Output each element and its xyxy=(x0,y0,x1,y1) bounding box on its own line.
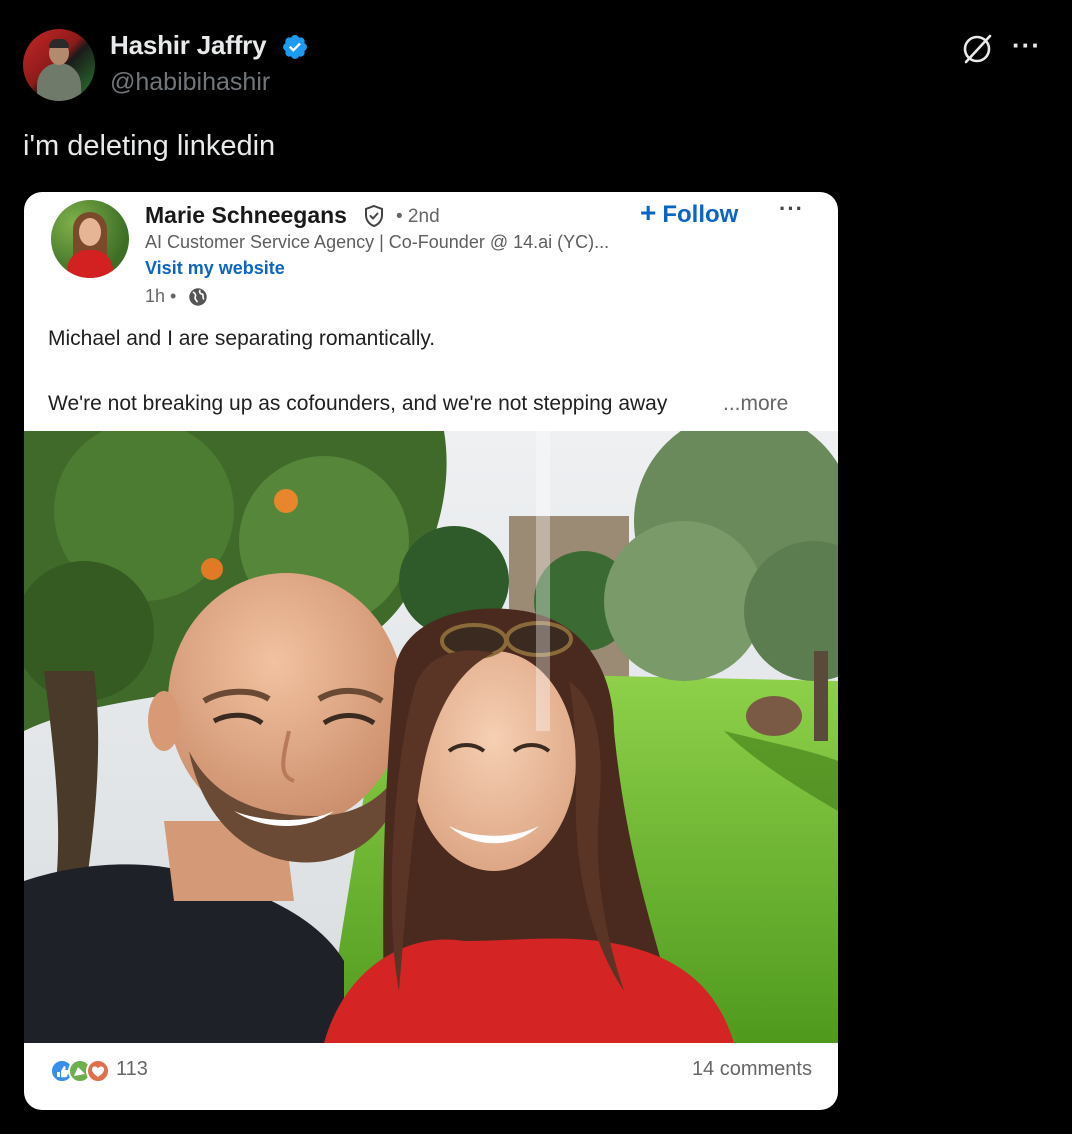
comments-count: 14 comments xyxy=(691,1058,812,1080)
grok-icon[interactable] xyxy=(960,32,994,66)
post-photo xyxy=(24,431,838,1043)
author-name[interactable]: Hashir Jaffry xyxy=(110,30,267,61)
more-icon: ··· xyxy=(779,196,804,221)
more-icon[interactable]: ··· xyxy=(1012,30,1041,61)
reaction-count: 113 xyxy=(116,1058,148,1080)
linkedin-headline: AI Customer Service Agency | Co-Founder … xyxy=(145,232,610,252)
linkedin-author-avatar xyxy=(51,200,129,278)
post-text-line: Michael and I are separating romanticall… xyxy=(48,327,436,350)
follow-button: + Follow xyxy=(640,197,739,228)
globe-icon xyxy=(189,288,207,306)
tweet-media[interactable]: Marie Schneegans • 2nd AI Customer Servi… xyxy=(24,192,838,1110)
verified-badge-icon xyxy=(283,35,307,59)
website-link: Visit my website xyxy=(145,258,285,278)
reaction-icons xyxy=(50,1059,110,1083)
post-time: 1h • xyxy=(145,286,177,306)
author-avatar[interactable] xyxy=(23,29,95,101)
verified-shield-icon xyxy=(365,204,383,228)
connection-degree: • 2nd xyxy=(396,206,440,227)
tweet-text: i'm deleting linkedin xyxy=(23,130,276,162)
plus-icon: + xyxy=(640,197,657,228)
see-more-link: ...more xyxy=(723,392,789,415)
post-text-line: We're not breaking up as cofounders, and… xyxy=(48,392,668,415)
linkedin-author-name: Marie Schneegans xyxy=(145,202,347,228)
author-handle[interactable]: @habibihashir xyxy=(110,68,270,97)
